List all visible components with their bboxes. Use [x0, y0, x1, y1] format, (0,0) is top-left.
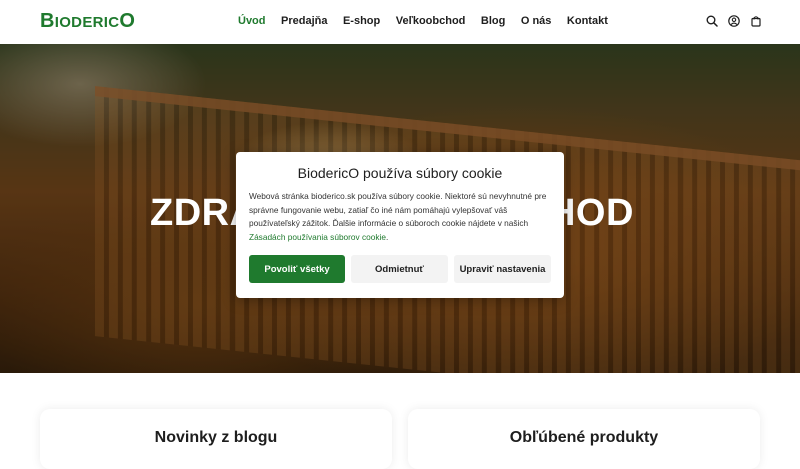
user-icon[interactable] [728, 14, 740, 27]
nav-item-predajna[interactable]: Predajňa [281, 15, 327, 27]
cookie-dialog-body: Webová stránka bioderico.sk používa súbo… [249, 191, 547, 229]
edit-settings-button[interactable]: Upraviť nastavenia [454, 255, 551, 283]
search-icon[interactable] [706, 14, 718, 27]
cart-icon[interactable] [750, 14, 762, 27]
cookie-dialog-text: Webová stránka bioderico.sk používa súbo… [249, 190, 555, 244]
deny-button[interactable]: Odmietnuť [351, 255, 448, 283]
main-nav: Úvod Predajňa E-shop Veľkoobchod Blog O … [238, 15, 623, 27]
blog-news-card: Novinky z blogu [40, 409, 392, 469]
popular-products-card: Obľúbené produkty [408, 409, 760, 469]
cookie-consent-dialog: BiodericO používa súbory cookie Webová s… [236, 152, 564, 298]
logo-middle: IODERIC [54, 14, 120, 31]
logo-letter-b: B [40, 10, 55, 32]
logo[interactable]: B IODERIC O [40, 10, 135, 33]
nav-item-velkoobchod[interactable]: Veľkoobchod [396, 15, 466, 27]
cookie-policy-link[interactable]: Zásadách používania súborov cookie [249, 232, 386, 242]
cookie-dialog-title: BiodericO používa súbory cookie [297, 165, 503, 181]
logo-letter-o: O [119, 10, 136, 32]
allow-all-button[interactable]: Povoliť všetky [249, 255, 345, 283]
nav-item-uvod[interactable]: Úvod [238, 15, 266, 27]
content-section: Novinky z blogu Obľúbené produkty [0, 373, 800, 469]
header-icons [706, 14, 762, 27]
nav-item-eshop[interactable]: E-shop [343, 15, 380, 27]
nav-item-o-nas[interactable]: O nás [521, 15, 552, 27]
nav-item-blog[interactable]: Blog [481, 15, 505, 27]
cookie-dialog-period: . [385, 231, 389, 242]
products-section-title: Obľúbené produkty [509, 429, 659, 446]
site-header: B IODERIC O Úvod Predajňa E-shop Veľkoobch… [0, 0, 800, 44]
blog-section-title: Novinky z blogu [154, 429, 278, 446]
nav-item-kontakt[interactable]: Kontakt [567, 15, 608, 27]
